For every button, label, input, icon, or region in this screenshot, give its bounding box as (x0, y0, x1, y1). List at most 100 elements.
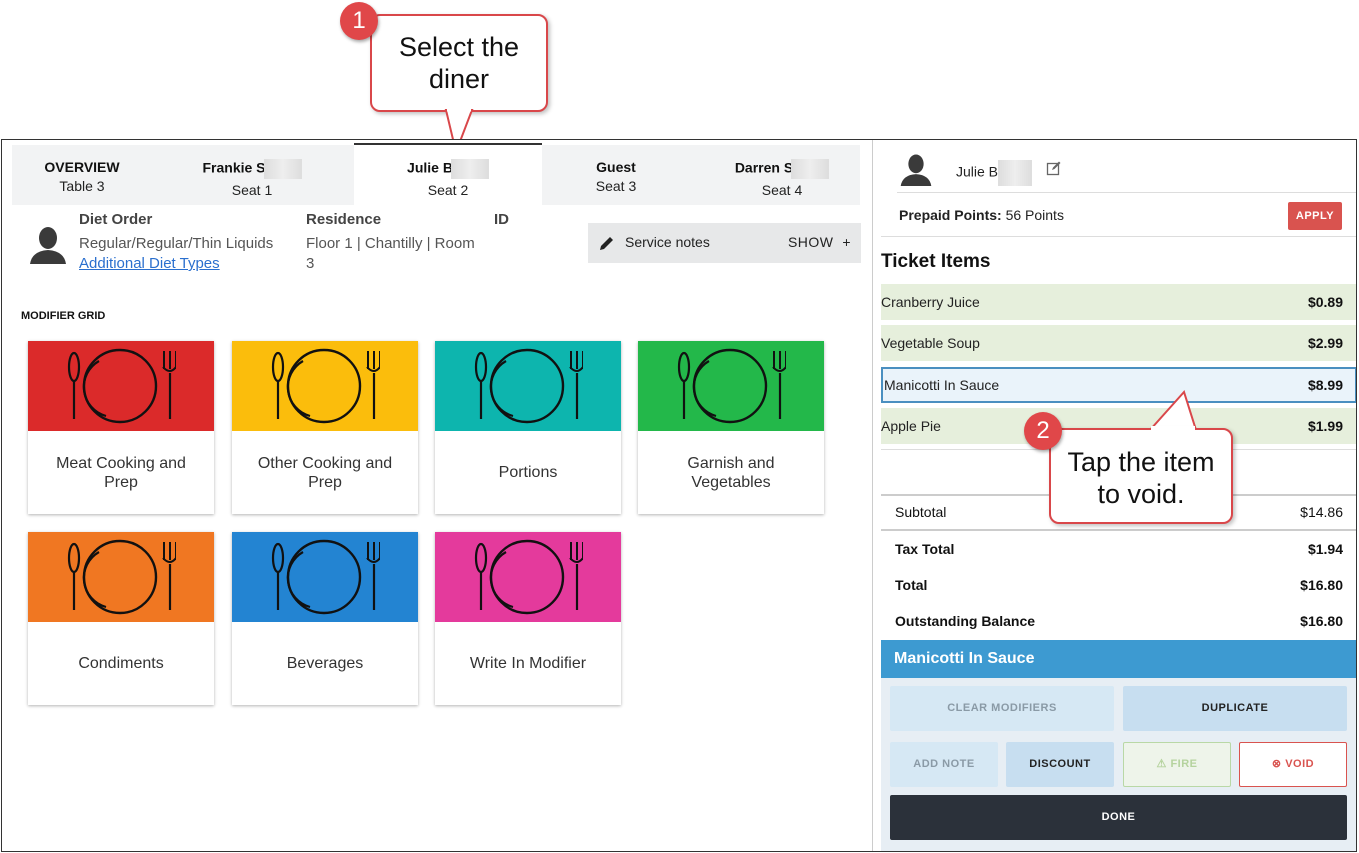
callout-text-line1: Select the (398, 32, 520, 62)
tile-label: Other Cooking and Prep (257, 454, 393, 491)
residence-label: Residence (306, 211, 382, 228)
plate-utensils-icon (271, 348, 380, 424)
ticket-item[interactable]: Cranberry Juice $0.89 (881, 284, 1356, 320)
modifier-grid-title: MODIFIER GRID (21, 310, 106, 322)
diner-name-text: Julie B (956, 163, 999, 180)
item-price: $1.99 (1307, 418, 1343, 434)
tile-color-block (638, 341, 824, 431)
tab-seat-3[interactable]: Guest Seat 3 (542, 145, 690, 205)
ticket-item[interactable]: Vegetable Soup $2.99 (881, 325, 1356, 361)
modifier-tile[interactable]: Portions (435, 341, 621, 514)
panel-divider (872, 140, 873, 851)
modifier-tile[interactable]: Garnish and Vegetables (638, 341, 824, 514)
modifier-tile[interactable]: Meat Cooking and Prep (28, 341, 214, 514)
total-value: $16.80 (1300, 577, 1343, 593)
redacted-name (998, 160, 1033, 186)
callout-text-line1: Tap the item (1067, 447, 1215, 477)
id-label: ID (494, 211, 509, 228)
total-row: Total $16.80 (881, 571, 1356, 601)
residence-value: Floor 1 | Chantilly | Room 3 (306, 234, 475, 274)
total-label: Outstanding Balance (895, 613, 1036, 629)
item-name: Vegetable Soup (881, 335, 980, 351)
tile-color-block (435, 341, 621, 431)
plate-utensils-icon (271, 539, 380, 615)
tab-seat-4[interactable]: Darren S Seat 4 (702, 145, 862, 205)
flame-icon: ⚠ (1156, 758, 1167, 770)
modifier-tile[interactable]: Other Cooking and Prep (232, 341, 418, 514)
diet-order-value: Regular/Regular/Thin Liquids (79, 235, 274, 252)
tab-label: Guest (596, 159, 636, 175)
callout-tap-item: Tap the item to void. (1049, 428, 1233, 524)
prepaid-points: Prepaid Points: 56 Points (899, 207, 1064, 223)
ticket-title: Ticket Items (881, 251, 991, 272)
show-label: SHOW (787, 234, 834, 250)
tab-seat-2[interactable]: Julie B Seat 2 (354, 143, 542, 205)
item-name: Manicotti In Sauce (884, 377, 1000, 393)
plus-icon: + (842, 234, 851, 250)
edit-icon[interactable] (1046, 160, 1062, 176)
residence-line: Floor 1 | Chantilly | Room (306, 235, 475, 252)
tax-total-row: Tax Total $1.94 (881, 535, 1356, 565)
service-notes-toggle[interactable]: SHOW + (788, 234, 851, 250)
tile-color-block (28, 341, 214, 431)
duplicate-button[interactable]: DUPLICATE (1123, 686, 1347, 731)
tile-label: Condiments (78, 655, 164, 672)
modifier-tile[interactable]: Beverages (232, 532, 418, 705)
modifier-tile[interactable]: Write In Modifier (435, 532, 621, 705)
divider (881, 529, 1356, 531)
plate-utensils-icon (474, 539, 583, 615)
callout-badge-1: 1 (340, 2, 378, 40)
ticket-item-selected[interactable]: Manicotti In Sauce $8.99 (881, 367, 1356, 403)
avatar-icon (30, 227, 66, 264)
callout-text-line2: diner (428, 64, 490, 94)
redacted-name (450, 159, 489, 179)
total-label: Total (895, 577, 928, 593)
modifier-tile[interactable]: Condiments (28, 532, 214, 705)
tile-label: Portions (498, 464, 558, 481)
plate-utensils-icon (67, 348, 176, 424)
plate-utensils-icon (67, 539, 176, 615)
plate-utensils-icon (677, 348, 786, 424)
prepaid-label: Prepaid Points: (899, 207, 1002, 223)
callout-badge-2: 2 (1024, 412, 1062, 450)
additional-diet-types-link[interactable]: Additional Diet Types (79, 254, 220, 274)
fire-label: FIRE (1170, 758, 1198, 770)
apply-button[interactable]: APPLY (1288, 202, 1342, 230)
callout-text-line2: to void. (1097, 479, 1185, 509)
tile-color-block (435, 532, 621, 622)
item-price: $2.99 (1307, 335, 1343, 351)
void-button[interactable]: ⊗ VOID (1239, 742, 1347, 787)
diner-name: Julie B (956, 160, 1033, 186)
tile-label: Meat Cooking and Prep (56, 454, 186, 491)
residence-line: 3 (306, 255, 315, 272)
void-label: VOID (1285, 758, 1315, 770)
prepaid-value: 56 Points (1005, 207, 1064, 223)
tile-label: Garnish and Vegetables (687, 454, 775, 491)
selected-item-header: Manicotti In Sauce (881, 640, 1356, 678)
done-button[interactable]: DONE (890, 795, 1347, 840)
item-name: Cranberry Juice (881, 294, 980, 310)
total-value: $14.86 (1300, 504, 1343, 520)
total-label: Subtotal (895, 504, 947, 520)
divider (897, 192, 1356, 193)
tile-label: Write In Modifier (469, 655, 587, 672)
avatar-icon (900, 154, 932, 186)
tab-sub: Seat 3 (595, 178, 637, 194)
tab-label: Darren S (734, 159, 794, 176)
tile-color-block (232, 532, 418, 622)
item-name: Apple Pie (881, 418, 941, 434)
item-price: $0.89 (1307, 294, 1343, 310)
add-note-button[interactable]: ADD NOTE (890, 742, 998, 787)
plate-utensils-icon (474, 348, 583, 424)
tab-sub: Seat 1 (231, 182, 273, 198)
discount-button[interactable]: DISCOUNT (1006, 742, 1114, 787)
fire-button[interactable]: ⚠ FIRE (1123, 742, 1231, 787)
tab-overview[interactable]: OVERVIEW Table 3 (12, 145, 152, 205)
tab-seat-1[interactable]: Frankie S Seat 1 (172, 145, 332, 205)
divider (881, 236, 1356, 237)
service-notes-bar[interactable]: Service notes SHOW + (588, 223, 861, 263)
clear-modifiers-button[interactable]: CLEAR MODIFIERS (890, 686, 1114, 731)
tab-label: OVERVIEW (44, 159, 120, 175)
seat-tabs: OVERVIEW Table 3 Frankie S Seat 1 Julie … (12, 143, 862, 205)
callout-pointer-2-cover (1151, 426, 1195, 432)
